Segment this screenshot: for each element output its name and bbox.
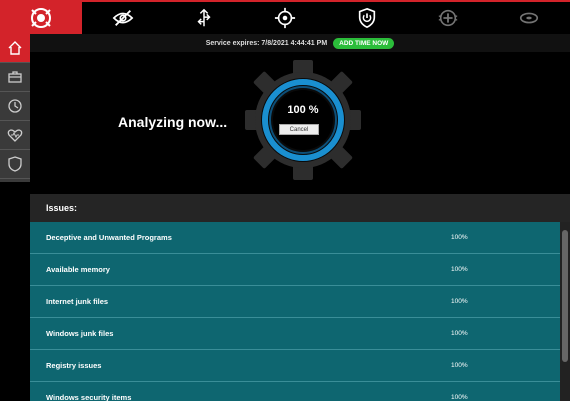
issue-name: Windows junk files: [46, 329, 114, 338]
sidebar-item-health[interactable]: [0, 121, 30, 150]
power-shield-icon: [358, 7, 375, 29]
issue-progress: 100%: [451, 394, 468, 401]
issue-name: Internet junk files: [46, 297, 109, 306]
issue-name: Windows security items: [46, 393, 132, 401]
left-sidebar: [0, 34, 30, 182]
issue-row[interactable]: Internet junk files 100%: [30, 286, 560, 318]
issues-scrollbar[interactable]: [560, 222, 570, 401]
logo-icon: [31, 8, 51, 28]
issue-progress: 100%: [451, 266, 468, 273]
shield-icon: [8, 156, 22, 172]
tool-privacy[interactable]: [82, 2, 163, 34]
tool-power-shield[interactable]: [326, 2, 407, 34]
issue-row[interactable]: Deceptive and Unwanted Programs 100%: [30, 222, 560, 254]
issue-name: Deceptive and Unwanted Programs: [46, 233, 172, 242]
startup-arrows-icon: [197, 8, 211, 27]
eye-slash-icon: [112, 10, 133, 26]
add-time-button[interactable]: ADD TIME NOW: [333, 37, 395, 49]
tool-startup[interactable]: [163, 2, 244, 34]
issue-row[interactable]: Windows security items 100%: [30, 382, 560, 401]
issue-row[interactable]: Available memory 100%: [30, 254, 560, 286]
service-status-bar: Service expires: 7/8/2021 4:44:41 PM ADD…: [30, 34, 570, 52]
sidebar-item-home[interactable]: [0, 34, 30, 63]
heart-icon: [7, 129, 23, 142]
cancel-button[interactable]: Cancel: [279, 124, 319, 135]
progress-gear: [245, 60, 361, 180]
clock-icon: [8, 99, 22, 113]
toolbox-icon: [8, 71, 22, 83]
analyzing-label: Analyzing now...: [118, 114, 228, 130]
app-logo[interactable]: [0, 2, 82, 34]
scan-panel: Analyzing now... 100 % Cancel: [30, 52, 570, 194]
issue-progress: 100%: [451, 234, 468, 241]
service-expires-text: Service expires: 7/8/2021 4:44:41 PM: [205, 39, 328, 47]
issue-progress: 100%: [451, 298, 468, 305]
issue-name: Registry issues: [46, 361, 102, 370]
disk-icon: [520, 12, 539, 24]
top-toolbar: [0, 0, 570, 34]
tool-health[interactable]: [407, 2, 488, 34]
tool-target[interactable]: [245, 2, 326, 34]
issue-name: Available memory: [46, 265, 110, 274]
issues-title: Issues:: [46, 203, 78, 213]
scrollbar-thumb[interactable]: [562, 230, 568, 362]
issue-row[interactable]: Windows junk files 100%: [30, 318, 560, 350]
tool-disk[interactable]: [489, 2, 570, 34]
issue-progress: 100%: [451, 330, 468, 337]
issue-progress: 100%: [451, 362, 468, 369]
issues-header: Issues:: [30, 194, 570, 222]
sidebar-item-toolbox[interactable]: [0, 63, 30, 92]
home-icon: [8, 41, 22, 55]
crosshair-target-icon: [275, 7, 296, 29]
issue-row[interactable]: Registry issues 100%: [30, 350, 560, 382]
progress-percent: 100 %: [287, 104, 319, 116]
sidebar-item-history[interactable]: [0, 92, 30, 121]
health-plus-icon: [438, 9, 458, 27]
issues-list: Deceptive and Unwanted Programs 100% Ava…: [30, 222, 560, 401]
sidebar-item-security[interactable]: [0, 150, 30, 179]
